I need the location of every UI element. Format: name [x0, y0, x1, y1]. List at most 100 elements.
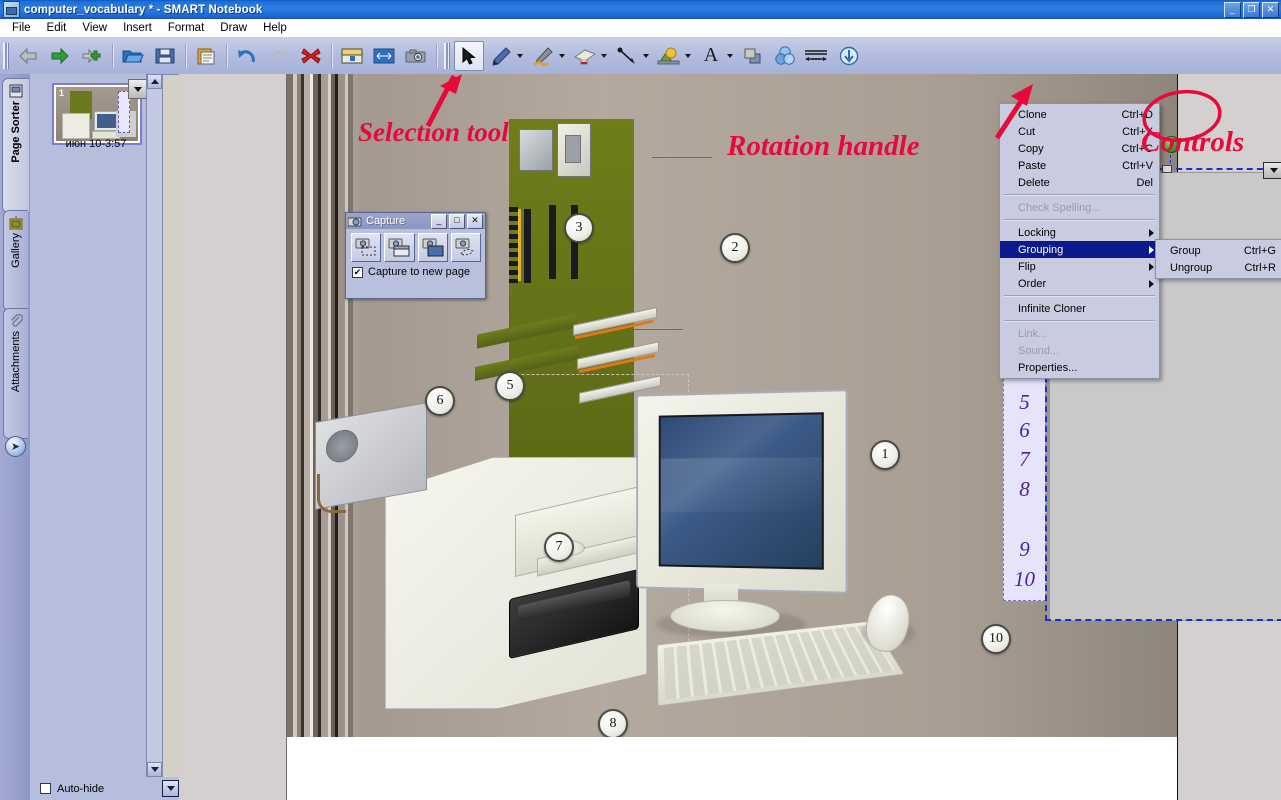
context-menu-item-delete[interactable]: Delete Del	[1000, 174, 1159, 191]
capture-button[interactable]	[401, 41, 431, 71]
right-arrow-circle-icon: ➤	[10, 441, 21, 453]
delete-button[interactable]	[296, 41, 326, 71]
page-thumbnail-menu-button[interactable]	[128, 79, 148, 99]
pen-tool-button[interactable]	[486, 41, 516, 71]
capture-maximize-button[interactable]: □	[449, 213, 465, 229]
page-sorter-scrollbar[interactable]	[146, 74, 162, 777]
next-page-button[interactable]	[45, 41, 75, 71]
page-thumbnail-item[interactable]: 1	[52, 79, 148, 145]
object-context-menu[interactable]: Clone Ctrl+D Cut Ctrl+X Copy Ctrl+C Past…	[999, 103, 1160, 379]
camera-icon	[405, 49, 426, 62]
capture-screen-button[interactable]	[417, 233, 448, 262]
toolbar-separator	[331, 43, 332, 68]
toolbar-grip-2[interactable]	[444, 42, 450, 69]
select-tool-button[interactable]	[454, 40, 484, 71]
text-dropdown-caret[interactable]	[727, 53, 733, 58]
undo-button[interactable]	[232, 41, 262, 71]
context-menu-item-flip[interactable]: Flip	[1000, 258, 1159, 275]
creative-pen-button[interactable]	[528, 41, 558, 71]
eraser-tool-button[interactable]	[570, 41, 600, 71]
context-menu-item-order[interactable]: Order	[1000, 275, 1159, 292]
fill-tool-button[interactable]	[738, 41, 768, 71]
previous-page-button[interactable]	[13, 41, 43, 71]
submenu-arrow-icon	[1149, 279, 1154, 288]
capture-new-page-row[interactable]: ✔ Capture to new page	[346, 264, 485, 278]
pen-dropdown-caret[interactable]	[517, 53, 523, 58]
menu-format[interactable]: Format	[160, 20, 212, 36]
sidebar-item-page-sorter[interactable]: Page Sorter	[2, 78, 29, 213]
item-label: Copy	[1018, 142, 1044, 155]
callout-badge-8: 8	[598, 709, 628, 737]
minimize-button[interactable]: _	[1224, 2, 1241, 18]
submenu-item-ungroup[interactable]: Ungroup Ctrl+R	[1156, 259, 1281, 276]
paste-button[interactable]	[191, 41, 221, 71]
scroll-up-button[interactable]	[147, 74, 162, 89]
capture-new-page-checkbox[interactable]: ✔	[352, 266, 363, 278]
menu-view[interactable]: View	[74, 20, 115, 36]
measure-button[interactable]	[802, 41, 832, 71]
scrollbar-track[interactable]	[147, 89, 162, 762]
item-label: Group	[1170, 244, 1201, 257]
open-button[interactable]	[118, 41, 148, 71]
toolbar-grip[interactable]	[3, 42, 9, 69]
number-5: 5	[1019, 390, 1030, 414]
ruler-arrow-icon	[805, 49, 827, 61]
capture-toolbar[interactable]: Capture _ □ ✕ ✔ Capture to new page	[345, 212, 486, 299]
redo-button[interactable]	[264, 41, 294, 71]
menu-insert[interactable]: Insert	[115, 20, 160, 36]
gallery-icon	[9, 216, 23, 230]
sidebar-item-attachments[interactable]: Attachments	[3, 308, 28, 439]
capture-window-button[interactable]	[384, 233, 415, 262]
move-toolbar-button[interactable]	[834, 41, 864, 71]
eraser-dropdown-caret[interactable]	[601, 53, 607, 58]
object-dropdown-button[interactable]	[1263, 162, 1281, 179]
menu-file[interactable]: File	[4, 20, 39, 36]
page-sorter-icon	[9, 84, 23, 98]
submenu-item-group[interactable]: Group Ctrl+G	[1156, 242, 1281, 259]
context-menu-item-grouping[interactable]: Grouping	[1000, 241, 1159, 258]
line-dropdown-caret[interactable]	[643, 53, 649, 58]
context-menu-item-copy[interactable]: Copy Ctrl+C	[1000, 140, 1159, 157]
left-arrow-icon	[19, 47, 37, 64]
item-label: Delete	[1018, 176, 1050, 189]
line-tool-button[interactable]	[612, 41, 642, 71]
autohide-checkbox[interactable]	[40, 783, 51, 794]
shape-tool-button[interactable]	[654, 41, 684, 71]
number-8: 8	[1019, 477, 1030, 501]
fill-square-icon	[744, 48, 761, 63]
menu-edit[interactable]: Edit	[39, 20, 75, 36]
sidebar-collapse-button[interactable]: ➤	[5, 436, 26, 457]
context-menu-item-properties[interactable]: Properties...	[1000, 359, 1159, 376]
shape-dropdown-caret[interactable]	[685, 53, 691, 58]
sidebar-item-gallery[interactable]: Gallery	[3, 210, 28, 311]
resize-handle[interactable]	[1162, 165, 1172, 173]
menu-draw[interactable]: Draw	[212, 20, 255, 36]
capture-minimize-button[interactable]: _	[431, 213, 447, 229]
save-button[interactable]	[150, 41, 180, 71]
text-tool-button[interactable]: A	[696, 41, 726, 71]
context-menu-item-cut[interactable]: Cut Ctrl+X	[1000, 123, 1159, 140]
context-menu-item-infinite-cloner[interactable]: Infinite Cloner	[1000, 300, 1159, 317]
close-button[interactable]: ✕	[1262, 2, 1279, 18]
add-page-button[interactable]	[77, 41, 107, 71]
capture-freehand-button[interactable]	[450, 233, 481, 262]
context-menu-item-paste[interactable]: Paste Ctrl+V	[1000, 157, 1159, 174]
screen-shade-button[interactable]	[337, 41, 367, 71]
full-screen-button[interactable]	[369, 41, 399, 71]
grouping-submenu[interactable]: Group Ctrl+G Ungroup Ctrl+R	[1155, 239, 1281, 279]
transparency-button[interactable]	[770, 41, 800, 71]
scroll-down-button[interactable]	[147, 762, 162, 777]
context-menu-item-clone[interactable]: Clone Ctrl+D	[1000, 106, 1159, 123]
restore-button[interactable]: ❐	[1243, 2, 1260, 18]
bottom-dropdown-button[interactable]	[162, 780, 179, 797]
context-menu-separator	[1004, 320, 1155, 322]
folder-open-icon	[122, 50, 144, 62]
menu-help[interactable]: Help	[255, 20, 295, 36]
capture-close-button[interactable]: ✕	[467, 213, 483, 229]
triangle-down-icon	[150, 767, 159, 772]
capture-area-button[interactable]	[351, 233, 382, 262]
creative-pen-dropdown-caret[interactable]	[559, 53, 565, 58]
bottom-dropdown[interactable]	[162, 777, 179, 800]
menu-bar: File Edit View Insert Format Draw Help	[0, 19, 1281, 38]
context-menu-item-locking[interactable]: Locking	[1000, 224, 1159, 241]
